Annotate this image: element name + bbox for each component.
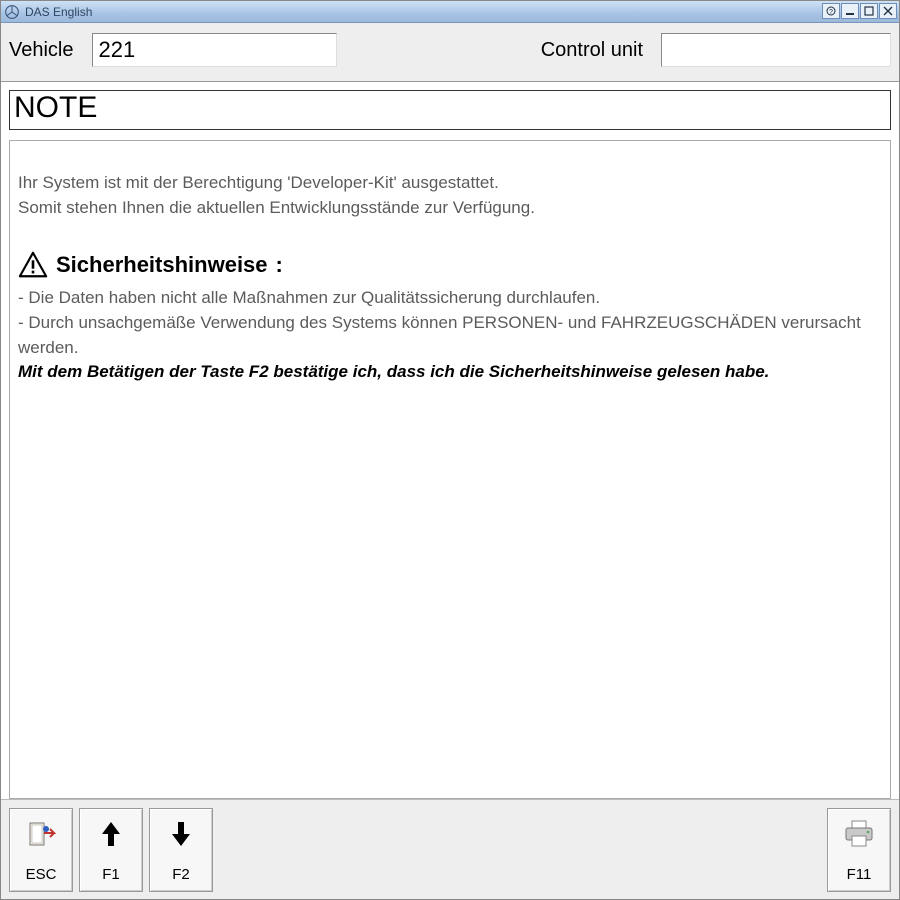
control-unit-field[interactable]	[661, 33, 891, 67]
minimize-button[interactable]	[841, 3, 859, 19]
app-window: DAS English ? Vehicle 221 Control unit	[0, 0, 900, 900]
note-heading-bar: NOTE	[9, 90, 891, 130]
close-button[interactable]	[879, 3, 897, 19]
safety-bullet-1: - Die Daten haben nicht alle Maßnahmen z…	[18, 286, 882, 311]
content-line-2: Somit stehen Ihnen die aktuellen Entwick…	[18, 196, 882, 221]
vehicle-field[interactable]: 221	[92, 33, 337, 67]
safety-bullet-list: - Die Daten haben nicht alle Maßnahmen z…	[18, 286, 882, 360]
app-mercedes-icon	[5, 5, 19, 19]
esc-button[interactable]: ESC	[9, 808, 73, 892]
warning-icon	[18, 250, 48, 280]
arrow-up-icon	[100, 817, 122, 851]
titlebar: DAS English ?	[1, 1, 899, 23]
svg-text:?: ?	[829, 9, 833, 16]
vehicle-label: Vehicle	[9, 39, 74, 62]
printer-icon	[842, 817, 876, 851]
exit-door-icon	[26, 817, 56, 851]
f11-button[interactable]: F11	[827, 808, 891, 892]
safety-heading: Sicherheitshinweise :	[18, 250, 882, 280]
f11-label: F11	[847, 866, 872, 883]
safety-heading-text: Sicherheitshinweise	[56, 252, 268, 278]
confirm-line: Mit dem Betätigen der Taste F2 bestätige…	[18, 360, 882, 385]
f2-label: F2	[172, 866, 190, 883]
safety-bullet-2: - Durch unsachgemäße Verwendung des Syst…	[18, 311, 882, 360]
content-panel: Ihr System ist mit der Berechtigung 'Dev…	[9, 140, 891, 799]
esc-label: ESC	[26, 866, 57, 883]
vehicle-value: 221	[99, 37, 136, 63]
control-unit-label: Control unit	[541, 39, 643, 62]
window-title: DAS English	[25, 5, 92, 19]
safety-heading-colon: :	[276, 252, 283, 278]
help-button[interactable]: ?	[822, 3, 840, 19]
window-controls: ?	[822, 3, 897, 19]
function-key-bar: ESC F1 F2	[1, 799, 899, 899]
header-field-row: Vehicle 221 Control unit	[1, 23, 899, 82]
f1-label: F1	[102, 866, 120, 883]
f1-button[interactable]: F1	[79, 808, 143, 892]
note-heading-text: NOTE	[14, 91, 97, 124]
content-line-1: Ihr System ist mit der Berechtigung 'Dev…	[18, 171, 882, 196]
arrow-down-icon	[170, 817, 192, 851]
maximize-button[interactable]	[860, 3, 878, 19]
f2-button[interactable]: F2	[149, 808, 213, 892]
